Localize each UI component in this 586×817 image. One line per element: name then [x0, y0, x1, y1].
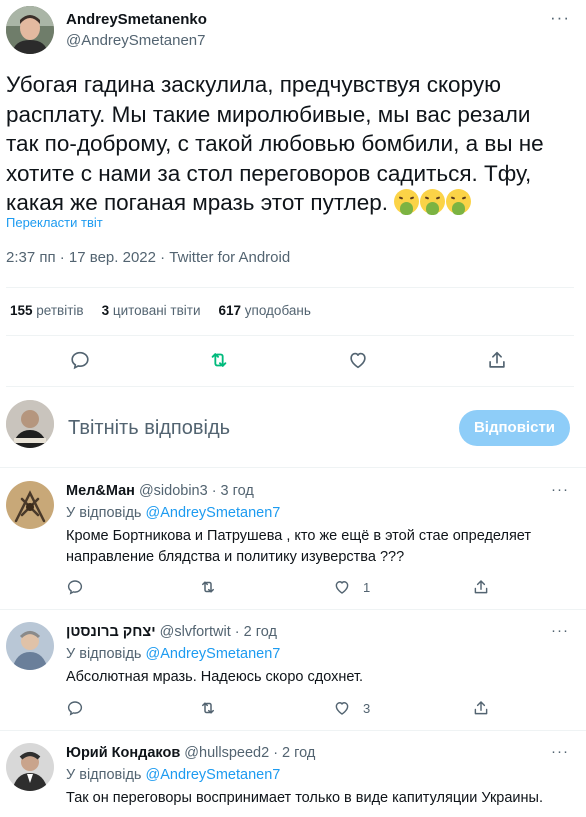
divider [0, 467, 586, 468]
divider [6, 335, 574, 336]
reply-author-name[interactable]: Юрий Кондаков [66, 745, 180, 761]
share-icon[interactable] [486, 349, 508, 371]
reply-to-line: У відповідь @AndreySmetanen7 [66, 646, 281, 662]
reply-author-handle[interactable]: @sidobin3 [139, 483, 208, 499]
reply-to-line: У відповідь @AndreySmetanen7 [66, 505, 281, 521]
reply-header: יצחק ברונסטן @slvfortwit · 2 год [66, 624, 277, 640]
reply-to-handle[interactable]: @AndreySmetanen7 [146, 646, 281, 662]
author-avatar[interactable] [6, 6, 54, 54]
divider [6, 287, 574, 288]
share-icon[interactable] [472, 578, 490, 596]
translate-tweet-link[interactable]: Перекласти твіт [6, 215, 103, 230]
reply-avatar[interactable] [6, 481, 54, 529]
more-options-icon[interactable]: ··· [551, 481, 569, 498]
like-count: 3 [363, 701, 371, 716]
reply-header: Мел&Ман @sidobin3 · 3 год [66, 483, 254, 499]
retweet-icon[interactable] [199, 578, 217, 596]
reply-to-line: У відповідь @AndreySmetanen7 [66, 767, 281, 783]
quotes-stat[interactable]: 3 цитовані твіти [102, 303, 201, 318]
author-name[interactable]: AndreySmetanenko [66, 11, 207, 28]
reply-author-name[interactable]: יצחק ברונסטן [66, 624, 156, 640]
reply-to-handle[interactable]: @AndreySmetanen7 [146, 505, 281, 521]
reply-avatar[interactable] [6, 622, 54, 670]
more-options-icon[interactable]: ··· [551, 743, 569, 760]
vomit-face-emoji [394, 189, 420, 215]
reply-time[interactable]: · 3 год [212, 483, 254, 499]
reply-text: Так он переговоры воспринимает только в … [66, 790, 543, 806]
vomit-face-emoji [420, 189, 446, 215]
vomit-face-emoji [446, 189, 472, 215]
reply-author-name[interactable]: Мел&Ман [66, 483, 135, 499]
reply-time[interactable]: · 2 год [273, 745, 315, 761]
like-icon[interactable] [333, 578, 351, 596]
reply-header: Юрий Кондаков @hullspeed2 · 2 год [66, 745, 315, 761]
retweet-icon[interactable] [199, 699, 217, 717]
reply-author-handle[interactable]: @slvfortwit [160, 624, 231, 640]
retweet-icon[interactable] [208, 349, 230, 371]
more-options-icon[interactable]: ··· [551, 622, 569, 639]
reply-icon[interactable] [69, 349, 91, 371]
reply-icon[interactable] [66, 578, 84, 596]
reply-input[interactable]: Твітніть відповідь [68, 417, 230, 440]
tweet-stats: 155 ретвітів 3 цитовані твіти 617 уподоб… [10, 303, 329, 318]
retweets-stat[interactable]: 155 ретвітів [10, 303, 84, 318]
reply-time[interactable]: · 2 год [235, 624, 277, 640]
more-options-icon[interactable]: ··· [550, 8, 570, 28]
like-count: 1 [363, 580, 371, 595]
divider [0, 609, 586, 610]
author-handle[interactable]: @AndreySmetanen7 [66, 32, 205, 49]
reply-to-handle[interactable]: @AndreySmetanen7 [146, 767, 281, 783]
tweet-text: Убогая гадина заскулила, предчувствуя ск… [6, 70, 566, 218]
reply-icon[interactable] [66, 699, 84, 717]
current-user-avatar[interactable] [6, 400, 54, 448]
reply-avatar[interactable] [6, 743, 54, 791]
tweet-timestamp[interactable]: 2:37 пп · 17 вер. 2022 · Twitter for And… [6, 249, 290, 266]
reply-author-handle[interactable]: @hullspeed2 [184, 745, 269, 761]
like-icon[interactable] [347, 349, 369, 371]
reply-text: Кроме Бортникова и Патрушева , кто же ещ… [66, 528, 532, 565]
divider [0, 730, 586, 731]
divider [6, 386, 574, 387]
like-icon[interactable] [333, 699, 351, 717]
reply-button[interactable]: Відповісти [459, 410, 570, 446]
likes-stat[interactable]: 617 уподобань [218, 303, 310, 318]
share-icon[interactable] [472, 699, 490, 717]
reply-text: Абсолютная мразь. Надеюсь скоро сдохнет. [66, 669, 364, 685]
